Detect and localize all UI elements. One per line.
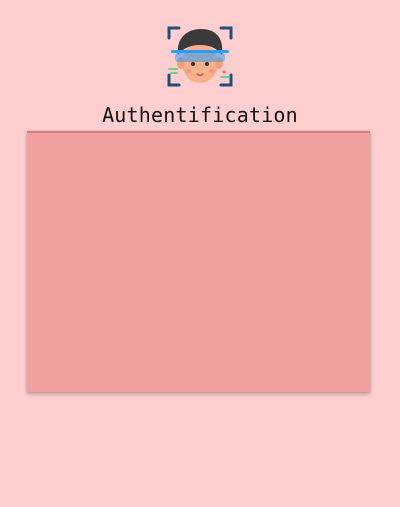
face-recognition-icon [166,25,234,88]
face-recognition-icon-graphic [167,26,233,87]
camera-preview-panel [27,131,370,392]
page-title: Authentification [102,103,298,127]
